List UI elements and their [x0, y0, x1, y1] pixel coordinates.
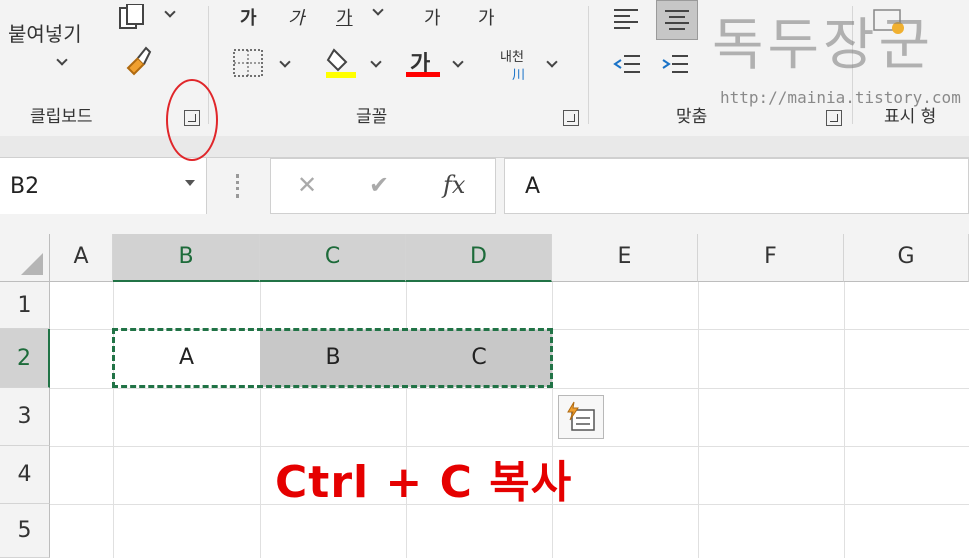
grid-line [844, 282, 845, 558]
paste-dropdown-icon[interactable] [56, 54, 68, 66]
column-header-e[interactable]: E [552, 234, 698, 282]
formula-input[interactable]: A [504, 158, 969, 214]
align-center-icon [665, 10, 689, 30]
font-color-dropdown-icon[interactable] [452, 56, 464, 68]
formula-bar-grip-icon[interactable] [236, 174, 240, 198]
grid-line [406, 282, 407, 558]
column-header-b[interactable]: B [113, 234, 260, 282]
align-left-icon[interactable] [612, 6, 640, 30]
row-header-1[interactable]: 1 [0, 282, 50, 329]
format-painter-icon[interactable] [120, 44, 154, 78]
watermark-title: 독두장군 [712, 13, 935, 78]
alignment-launcher-icon[interactable] [826, 110, 842, 126]
column-header-g[interactable]: G [844, 234, 969, 282]
column-header-c[interactable]: C [260, 234, 406, 282]
underline-button[interactable]: 가 [336, 4, 353, 30]
row-header-2[interactable]: 2 [0, 329, 50, 388]
border-dropdown-icon[interactable] [279, 56, 291, 68]
fill-color-dropdown-icon[interactable] [370, 56, 382, 68]
formula-buttons: ✕ ✔ fx [270, 158, 496, 214]
fill-color-icon[interactable] [324, 44, 358, 80]
name-box-dropdown-icon[interactable] [185, 180, 195, 186]
select-all-button[interactable] [0, 234, 50, 282]
bold-button[interactable]: 가 [240, 4, 257, 30]
grow-font-button[interactable]: 가 [424, 4, 441, 30]
column-header-a[interactable]: A [50, 234, 113, 282]
copy-icon[interactable] [118, 4, 152, 32]
column-header-d[interactable]: D [406, 234, 552, 282]
copy-marquee [112, 328, 553, 388]
phonetic-dropdown-icon[interactable] [546, 56, 558, 68]
column-header-f[interactable]: F [698, 234, 844, 282]
instruction-caption: Ctrl + C 복사 [275, 457, 573, 508]
row-header-4[interactable]: 4 [0, 446, 50, 504]
increase-indent-icon[interactable] [660, 52, 690, 78]
copy-dropdown-icon[interactable] [164, 6, 176, 18]
clipboard-group-label: 클립보드 [30, 107, 93, 127]
font-launcher-icon[interactable] [563, 110, 579, 126]
name-box[interactable]: B2 [0, 158, 207, 214]
shrink-font-button[interactable]: 가 [478, 4, 495, 30]
formula-bar: B2 ✕ ✔ fx A [0, 158, 969, 234]
decrease-indent-icon[interactable] [612, 52, 642, 78]
watermark-url: http://mainia.tistory.com [720, 88, 961, 107]
font-color-swatch [406, 72, 440, 77]
quick-analysis-icon [567, 401, 595, 431]
row-header-3[interactable]: 3 [0, 388, 50, 446]
enter-icon[interactable]: ✔ [369, 171, 389, 199]
name-box-value: B2 [10, 174, 40, 199]
insert-function-button[interactable]: fx [443, 171, 465, 199]
border-icon[interactable] [232, 48, 264, 78]
ribbon: 붙여넣기 클립보드 가 가 가 가 가 가 내천 川 글꼴 맞춤 표시 형 독두… [0, 0, 969, 136]
phonetic-button[interactable]: 내천 [500, 46, 524, 65]
underline-dropdown-icon[interactable] [372, 4, 384, 16]
row-header-5[interactable]: 5 [0, 504, 50, 558]
group-separator [588, 6, 589, 124]
font-group-label: 글꼴 [356, 107, 388, 127]
phonetic-sub-icon: 川 [512, 68, 526, 83]
grid-line [552, 282, 553, 558]
quick-analysis-button[interactable] [558, 395, 604, 439]
italic-button[interactable]: 가 [288, 4, 305, 30]
highlight-circle [166, 79, 218, 161]
ribbon-bottom-edge [0, 136, 969, 158]
formula-input-value: A [525, 174, 541, 199]
watermark: 독두장군 http://mainia.tistory.com [700, 0, 969, 110]
grid-line [50, 388, 969, 389]
grid-line [113, 282, 114, 558]
grid-line [698, 282, 699, 558]
paste-button[interactable]: 붙여넣기 [8, 18, 82, 47]
grid-line [260, 282, 261, 558]
cancel-icon[interactable]: ✕ [297, 171, 317, 199]
align-center-button[interactable] [656, 0, 698, 40]
